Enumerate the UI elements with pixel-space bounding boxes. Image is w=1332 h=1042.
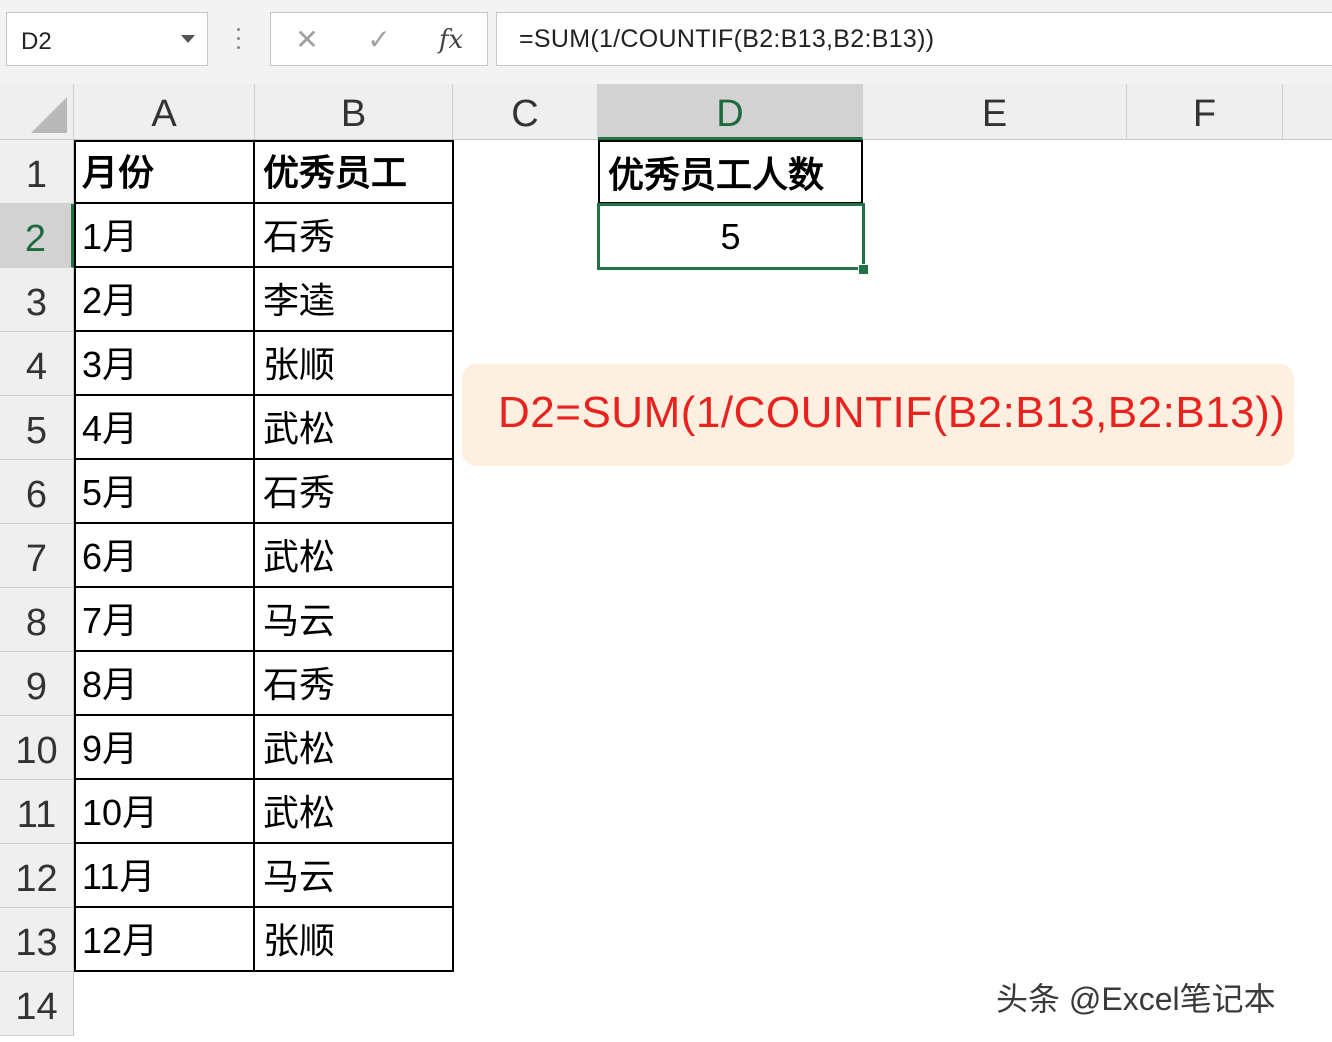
column-header-d[interactable]: D [598, 84, 863, 140]
cell-a8[interactable]: 7月 [74, 588, 255, 652]
name-box-value: D2 [21, 28, 52, 55]
formula-input[interactable]: =SUM(1/COUNTIF(B2:B13,B2:B13)) [496, 12, 1332, 66]
cell-b2[interactable]: 石秀 [255, 204, 454, 268]
row-header-8[interactable]: 8 [0, 588, 74, 652]
row-header-2[interactable]: 2 [0, 204, 74, 268]
cell-a7[interactable]: 6月 [74, 524, 255, 588]
watermark: 头条 @Excel笔记本 [996, 981, 1276, 1017]
row-header-1[interactable]: 1 [0, 140, 74, 204]
row-header-13[interactable]: 13 [0, 908, 74, 972]
column-header-e[interactable]: E [863, 84, 1127, 140]
cell-a10[interactable]: 9月 [74, 716, 255, 780]
select-all-button[interactable] [0, 84, 74, 140]
cell-a9[interactable]: 8月 [74, 652, 255, 716]
chevron-down-icon[interactable] [181, 35, 195, 43]
formula-buttons: ✕ ✓ fx [270, 12, 488, 66]
fill-handle[interactable] [858, 264, 869, 275]
row-header-11[interactable]: 11 [0, 780, 74, 844]
cell-b9[interactable]: 石秀 [255, 652, 454, 716]
column-header-b[interactable]: B [255, 84, 453, 140]
column-header-f[interactable]: F [1127, 84, 1283, 140]
cell-b12[interactable]: 马云 [255, 844, 454, 908]
cancel-icon[interactable]: ✕ [289, 23, 325, 57]
row-header-12[interactable]: 12 [0, 844, 74, 908]
row-header-6[interactable]: 6 [0, 460, 74, 524]
cell-a4[interactable]: 3月 [74, 332, 255, 396]
cell-b3[interactable]: 李逵 [255, 268, 454, 332]
cell-b5[interactable]: 武松 [255, 396, 454, 460]
cell-b1[interactable]: 优秀员工 [255, 140, 454, 204]
cell-a12[interactable]: 11月 [74, 844, 255, 908]
row-header-10[interactable]: 10 [0, 716, 74, 780]
row-header-9[interactable]: 9 [0, 652, 74, 716]
column-header-g-partial[interactable] [1283, 84, 1332, 140]
cell-b11[interactable]: 武松 [255, 780, 454, 844]
cell-a2[interactable]: 1月 [74, 204, 255, 268]
row-header-14[interactable]: 14 [0, 972, 74, 1036]
splitter-handle[interactable] [236, 28, 242, 56]
cell-b6[interactable]: 石秀 [255, 460, 454, 524]
callout-text: D2=SUM(1/COUNTIF(B2:B13,B2:B13)) [498, 388, 1286, 437]
column-header-a[interactable]: A [74, 84, 255, 140]
select-all-triangle-icon [31, 97, 67, 133]
cell-a5[interactable]: 4月 [74, 396, 255, 460]
cell-b8[interactable]: 马云 [255, 588, 454, 652]
row-header-4[interactable]: 4 [0, 332, 74, 396]
check-icon[interactable]: ✓ [361, 23, 397, 57]
name-box[interactable]: D2 [6, 12, 208, 66]
row-header-7[interactable]: 7 [0, 524, 74, 588]
column-header-c[interactable]: C [453, 84, 598, 140]
selection-outline [597, 203, 865, 270]
cell-d1[interactable]: 优秀员工人数 [598, 140, 863, 204]
row-header-5[interactable]: 5 [0, 396, 74, 460]
formula-callout: D2=SUM(1/COUNTIF(B2:B13,B2:B13)) [462, 364, 1294, 466]
cell-b4[interactable]: 张顺 [255, 332, 454, 396]
row-header-3[interactable]: 3 [0, 268, 74, 332]
cell-a11[interactable]: 10月 [74, 780, 255, 844]
formula-text: =SUM(1/COUNTIF(B2:B13,B2:B13)) [519, 25, 935, 53]
cell-a6[interactable]: 5月 [74, 460, 255, 524]
formula-bar-strip: D2 ✕ ✓ fx =SUM(1/COUNTIF(B2:B13,B2:B13)) [0, 0, 1332, 85]
cell-b13[interactable]: 张顺 [255, 908, 454, 972]
cell-a3[interactable]: 2月 [74, 268, 255, 332]
cell-a1[interactable]: 月份 [74, 140, 255, 204]
cell-b7[interactable]: 武松 [255, 524, 454, 588]
cell-a13[interactable]: 12月 [74, 908, 255, 972]
cell-b10[interactable]: 武松 [255, 716, 454, 780]
insert-function-icon[interactable]: fx [433, 23, 469, 57]
worksheet-grid: A B C D E F 1 2 3 4 5 6 7 8 9 10 11 12 13 14 月份 优秀员工 1月… [0, 84, 1332, 1042]
